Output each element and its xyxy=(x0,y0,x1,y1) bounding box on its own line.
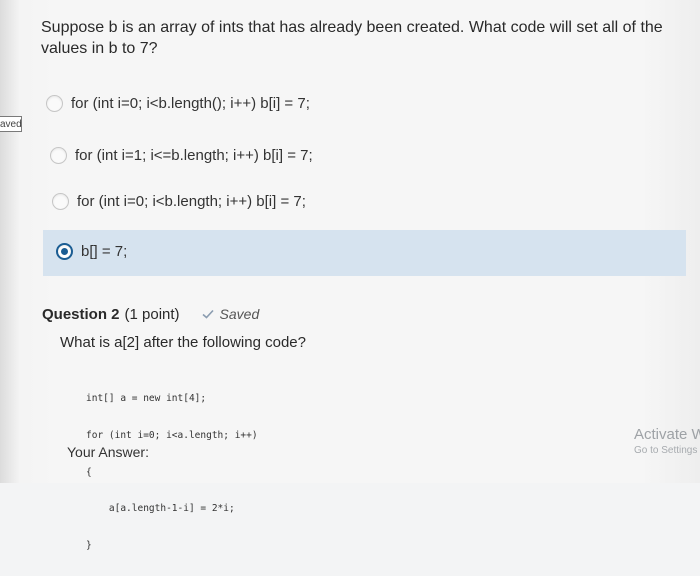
question-1-text: Suppose b is an array of ints that has a… xyxy=(41,19,663,57)
your-answer-label: Your Answer: xyxy=(67,444,149,460)
question-points: (1 point) xyxy=(124,305,180,323)
code-line: int[] a = new int[4]; xyxy=(86,393,207,405)
question-2-header: Question 2 (1 point) Saved xyxy=(42,304,259,324)
activate-windows-subtitle: Go to Settings xyxy=(634,445,698,456)
answer-option-label: for (int i=0; i<b.length(); i++) b[i] = … xyxy=(71,94,310,112)
radio-button[interactable] xyxy=(52,192,69,210)
saved-indicator: Saved xyxy=(202,306,260,322)
question-number: Question 2 xyxy=(42,305,120,323)
answer-option-2[interactable]: for (int i=1; i<=b.length; i++) b[i] = 7… xyxy=(50,140,313,170)
code-snippet: int[] a = new int[4]; for (int i=0; i<a.… xyxy=(86,369,258,576)
saved-tab-label: aved xyxy=(0,119,22,130)
answer-option-3[interactable]: for (int i=0; i<b.length; i++) b[i] = 7; xyxy=(52,186,306,216)
answer-option-label: b[] = 7; xyxy=(81,242,128,260)
answer-option-1[interactable]: for (int i=0; i<b.length(); i++) b[i] = … xyxy=(46,88,310,118)
question-2-text: What is a[2] after the following code? xyxy=(60,334,306,351)
radio-button[interactable] xyxy=(46,94,63,112)
answer-option-label: for (int i=1; i<=b.length; i++) b[i] = 7… xyxy=(75,146,313,164)
saved-label: Saved xyxy=(219,306,260,322)
radio-button-selected[interactable] xyxy=(56,242,73,260)
selected-answer-highlight xyxy=(43,230,686,276)
radio-button[interactable] xyxy=(50,146,67,164)
code-line: } xyxy=(86,539,92,551)
quiz-page: aved Suppose b is an array of ints that … xyxy=(0,0,700,551)
answer-option-4[interactable]: b[] = 7; xyxy=(56,236,127,266)
checkmark-icon xyxy=(202,309,214,319)
saved-side-tab[interactable]: aved xyxy=(0,116,22,132)
activate-windows-watermark: Activate W xyxy=(634,426,700,443)
code-line: a[a.length-1-i] = 2*i; xyxy=(86,503,235,515)
code-line: for (int i=0; i<a.length; i++) xyxy=(86,430,258,442)
answer-option-label: for (int i=0; i<b.length; i++) b[i] = 7; xyxy=(77,192,306,210)
code-line: { xyxy=(86,466,92,478)
